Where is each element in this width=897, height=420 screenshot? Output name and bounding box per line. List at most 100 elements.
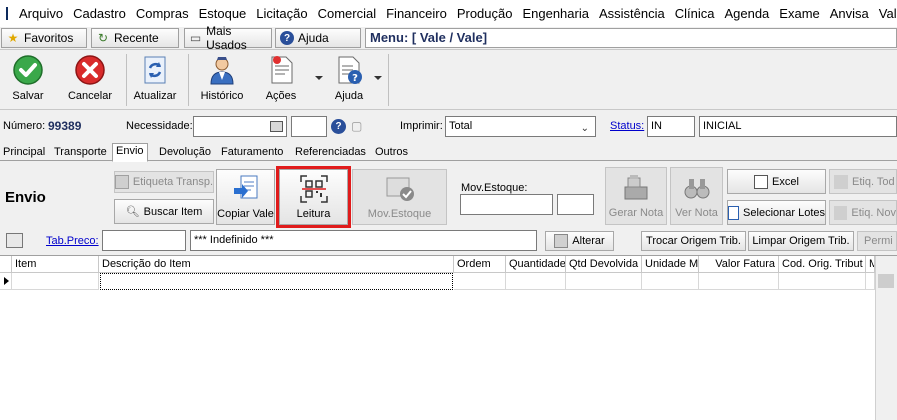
ajuda-fav-button[interactable]: ? Ajuda — [275, 28, 361, 48]
grid-cell-quantidade[interactable] — [506, 273, 566, 290]
etiq-todos-label: Etiq. Tod — [852, 175, 895, 188]
necessidade-extra-input[interactable] — [291, 116, 327, 137]
cancelar-button[interactable]: Cancelar — [66, 54, 114, 108]
etiq-todos-button[interactable]: Etiq. Tod — [829, 169, 897, 194]
grid-cell-valor-fatura[interactable] — [699, 273, 779, 290]
vertical-scrollbar[interactable] — [875, 256, 897, 420]
menu-engenharia[interactable]: Engenharia — [517, 6, 594, 21]
grid-header-quantidade[interactable]: Quantidade — [506, 256, 566, 273]
limpar-origem-button[interactable]: Limpar Origem Trib. — [748, 231, 854, 251]
trocar-origem-button[interactable]: Trocar Origem Trib. — [641, 231, 746, 251]
historico-button[interactable]: Histórico — [198, 54, 246, 108]
acoes-button[interactable]: Ações — [263, 54, 299, 108]
status-link[interactable]: Status: — [610, 120, 644, 132]
mais-usados-button[interactable]: ▭ Mais Usados — [184, 24, 272, 52]
menu-agenda[interactable]: Agenda — [719, 6, 774, 21]
grid-header-item[interactable]: Item — [12, 256, 99, 273]
status-code-input[interactable]: IN — [647, 116, 695, 137]
tab-preco-input[interactable] — [102, 230, 186, 251]
grid-header-descricao[interactable]: Descrição do Item — [99, 256, 454, 273]
grid-cell-ordem[interactable] — [454, 273, 506, 290]
etiqueta-transp-button[interactable]: Etiqueta Transp. — [114, 171, 214, 193]
ver-nota-button[interactable]: Ver Nota — [670, 167, 723, 225]
menu-arquivo[interactable]: Arquivo — [14, 6, 68, 21]
grid-cell-m[interactable] — [866, 273, 875, 290]
select-lots-icon — [728, 205, 740, 220]
buscar-item-button[interactable]: 🔍︎ Buscar Item — [114, 199, 214, 224]
grid-header-cod-orig-tribut[interactable]: Cod. Orig. Tribut — [779, 256, 866, 273]
mov-estoque-extra-input[interactable] — [557, 194, 594, 215]
alterar-button[interactable]: Alterar — [545, 231, 614, 251]
envio-title: Envio — [5, 189, 46, 206]
tab-envio[interactable]: Envio — [112, 143, 148, 162]
grid-header-ordem[interactable]: Ordem — [454, 256, 506, 273]
excel-label: Excel — [772, 175, 799, 188]
imprimir-select[interactable]: Total ⌄ — [445, 116, 596, 137]
acoes-dropdown-arrow-icon[interactable] — [315, 76, 323, 80]
trocar-origem-label: Trocar Origem Trib. — [646, 235, 741, 247]
menu-estoque[interactable]: Estoque — [194, 6, 252, 21]
tab-outros[interactable]: Outros — [372, 145, 411, 161]
toolbar-separator — [126, 54, 127, 106]
menu-vale[interactable]: Vale — [874, 6, 897, 21]
tab-preco-link[interactable]: Tab.Preco: — [46, 235, 99, 247]
menu-exame[interactable]: Exame — [774, 6, 824, 21]
cancel-icon — [75, 55, 105, 85]
main-toolbar: Salvar Cancelar Atualizar Histórico Açõe… — [0, 50, 897, 110]
tab-principal[interactable]: Principal — [0, 145, 48, 161]
grid-cell-cod-orig[interactable] — [779, 273, 866, 290]
menu-clinica[interactable]: Clínica — [670, 6, 720, 21]
menu-anvisa[interactable]: Anvisa — [825, 6, 874, 21]
calculator-icon[interactable] — [6, 233, 23, 248]
selecionar-lotes-button[interactable]: Selecionar Lotes — [727, 200, 826, 225]
recente-button[interactable]: ↻ Recente — [91, 28, 179, 48]
tab-devolucao[interactable]: Devolução — [156, 145, 214, 161]
menu-cadastro[interactable]: Cadastro — [68, 6, 131, 21]
menu-comercial[interactable]: Comercial — [313, 6, 382, 21]
imprimir-label: Imprimir: — [400, 120, 443, 132]
menu-assistencia[interactable]: Assistência — [594, 6, 670, 21]
status-description-value: INICIAL — [703, 120, 742, 132]
grid-cell-unidade[interactable] — [642, 273, 699, 290]
tab-transporte[interactable]: Transporte — [51, 145, 110, 161]
scrollbar-thumb[interactable] — [878, 274, 894, 288]
mov-estoque-button[interactable]: Mov.Estoque — [352, 169, 447, 225]
salvar-label: Salvar — [12, 90, 44, 102]
calendar-icon[interactable] — [270, 121, 283, 132]
grid-header-m[interactable]: M — [866, 256, 875, 273]
ajuda-toolbar-button[interactable]: ? Ajuda — [332, 54, 366, 108]
printer-icon — [115, 175, 129, 189]
mov-estoque-input[interactable] — [460, 194, 553, 215]
grid-header-unidade[interactable]: Unidade Me — [642, 256, 699, 273]
menu-licitacao[interactable]: Licitação — [251, 6, 312, 21]
lock-icon[interactable]: ▢ — [351, 119, 365, 133]
tab-referenciadas[interactable]: Referenciadas — [292, 145, 369, 161]
favoritos-button[interactable]: ★ Favoritos — [1, 28, 87, 48]
copiar-vale-button[interactable]: Copiar Vale — [216, 169, 275, 225]
document-actions-icon — [271, 56, 293, 84]
grid-cell-descricao[interactable] — [100, 273, 453, 290]
salvar-button[interactable]: Salvar — [8, 54, 48, 108]
help-circle-icon[interactable]: ? — [331, 119, 346, 134]
grid-header-valor-fatura[interactable]: Valor Fatura — [699, 256, 779, 273]
menu-producao[interactable]: Produção — [452, 6, 518, 21]
grid-cell-qtd-devolvida[interactable] — [566, 273, 642, 290]
atualizar-label: Atualizar — [133, 90, 177, 102]
tab-faturamento[interactable]: Faturamento — [218, 145, 286, 161]
menu-compras[interactable]: Compras — [131, 6, 194, 21]
chevron-down-icon: ⌄ — [580, 123, 589, 134]
atualizar-button[interactable]: Atualizar — [132, 54, 178, 108]
ajuda-dropdown-arrow-icon[interactable] — [374, 76, 382, 80]
ajuda-toolbar-label: Ajuda — [334, 90, 364, 102]
necessidade-date-input[interactable] — [193, 116, 287, 137]
grid-cell-item[interactable] — [12, 273, 99, 290]
favorites-bar: ★ Favoritos ↻ Recente ▭ Mais Usados ? Aj… — [0, 24, 897, 52]
grid-header-qtd-devolvida[interactable]: Qtd Devolvida — [566, 256, 642, 273]
necessidade-label: Necessidade: — [126, 120, 193, 132]
gerar-nota-button[interactable]: Gerar Nota — [605, 167, 667, 225]
etiq-novos-label: Etiq. Nov — [851, 206, 896, 219]
etiq-novos-button[interactable]: Etiq. Nov — [829, 200, 897, 225]
permitir-button[interactable]: Permi — [857, 231, 897, 251]
excel-button[interactable]: Excel — [727, 169, 826, 194]
menu-financeiro[interactable]: Financeiro — [381, 6, 452, 21]
